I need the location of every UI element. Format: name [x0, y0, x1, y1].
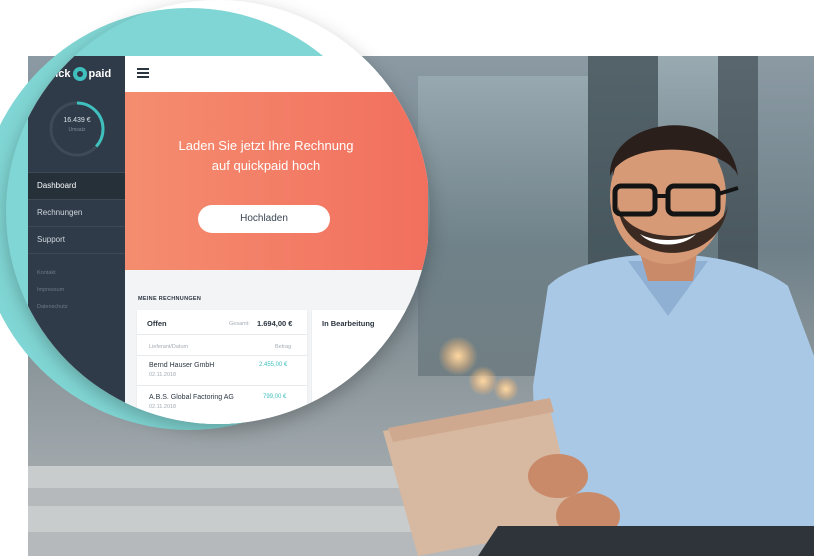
logo-text-right: paid [88, 68, 112, 80]
column-header-amount: Betrag [275, 344, 292, 350]
logo-text-left: quick [41, 68, 71, 80]
app-window: quick paid 16.439 € Umsatz Dashboard Rec… [28, 56, 428, 424]
section-title: MEINE RECHNUNGEN [138, 296, 202, 302]
row-1-date: 02.11.2018 [149, 372, 177, 378]
promo-stage: quick paid 16.439 € Umsatz Dashboard Rec… [0, 0, 814, 556]
upload-button[interactable]: Hochladen [198, 205, 330, 233]
nav-divider [28, 253, 125, 254]
balance-value: 16.439 € [63, 117, 91, 124]
column-header-supplier: Lieferant/Datum [149, 344, 189, 350]
nav-item-rechnungen[interactable]: Rechnungen [28, 200, 125, 226]
open-invoices-card: Offen Gesamt: 1.694,00 € Lieferant/Datum… [137, 310, 307, 424]
balance-caption: Umsatz [68, 127, 86, 133]
app-preview-circle: quick paid 16.439 € Umsatz Dashboard Rec… [6, 0, 430, 424]
processing-card: In Bearbeitung [312, 310, 422, 424]
row-2-supplier[interactable]: A.B.S. Global Factoring AG [149, 394, 234, 401]
hero-heading-line-1: Laden Sie jetzt Ihre Rechnung [178, 138, 354, 153]
footer-link-datenschutz[interactable]: Datenschutz [37, 304, 68, 310]
logo[interactable]: quick paid [28, 56, 125, 92]
sidebar: quick paid 16.439 € Umsatz Dashboard Rec… [28, 56, 125, 424]
divider [137, 355, 307, 356]
invoice-section: MEINE RECHNUNGEN Offen Gesamt: 1.694,00 … [125, 270, 428, 424]
top-bar [125, 56, 428, 92]
hero-heading-line-2: auf quickpaid hoch [211, 158, 321, 173]
total-label: Gesamt: [229, 321, 250, 327]
card-title: Offen [147, 319, 167, 328]
divider [137, 334, 307, 335]
nav-item-dashboard[interactable]: Dashboard [28, 173, 125, 199]
footer-link-kontakt[interactable]: Kontakt [37, 270, 56, 276]
total-value: 1.694,00 € [257, 319, 293, 328]
menu-icon[interactable] [137, 68, 149, 78]
row-2-date: 02.11.2018 [149, 404, 177, 410]
footer-link-impressum[interactable]: Impressum [37, 287, 64, 293]
divider [137, 385, 307, 386]
upload-hero: Laden Sie jetzt Ihre Rechnung auf quickp… [125, 92, 428, 270]
row-1-supplier[interactable]: Bernd Hauser GmbH [149, 362, 214, 369]
nav-item-support[interactable]: Support [28, 227, 125, 253]
row-2-amount: 799,00 € [263, 394, 287, 400]
processing-title: In Bearbeitung [322, 319, 375, 328]
logo-mark-icon [72, 67, 87, 81]
row-1-amount: 2.455,00 € [259, 362, 288, 368]
